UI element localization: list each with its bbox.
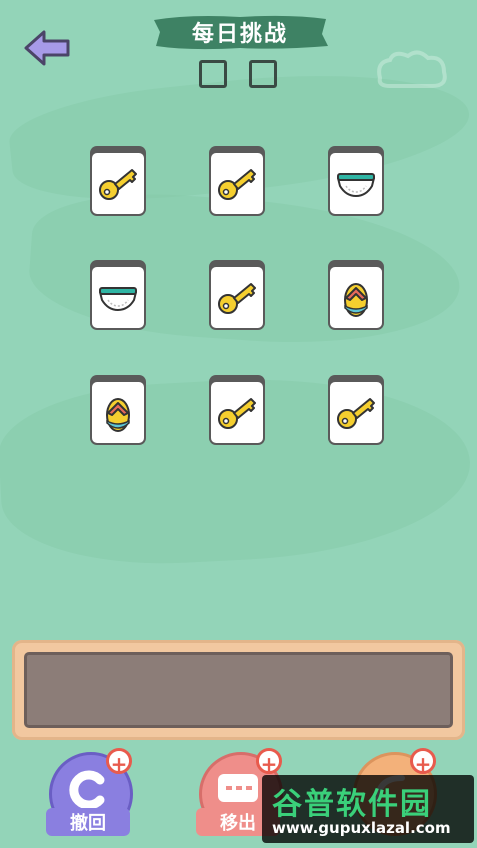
tile-face <box>211 153 263 214</box>
tile-face <box>92 267 144 328</box>
tile-key[interactable] <box>328 375 384 445</box>
sandal-icon <box>344 282 368 317</box>
progress-slot <box>249 60 277 88</box>
tile-diaper[interactable] <box>90 260 146 330</box>
watermark-title: 谷普软件园 <box>272 787 432 822</box>
key-icon <box>218 282 256 314</box>
undo-icon <box>69 770 105 810</box>
key-icon <box>218 168 256 200</box>
remove-tray-icon <box>218 774 258 802</box>
tile-face <box>211 382 263 443</box>
tile-face <box>92 382 144 443</box>
tile-diaper[interactable] <box>328 146 384 216</box>
tile-sandal[interactable] <box>328 260 384 330</box>
tile-face <box>211 267 263 328</box>
tile-face <box>330 382 382 443</box>
progress-slot <box>199 60 227 88</box>
key-icon <box>337 397 375 429</box>
key-icon <box>99 168 137 200</box>
cloud-doodle-icon <box>377 50 447 88</box>
diaper-icon <box>99 286 137 311</box>
undo-button[interactable]: 撤回 + <box>46 748 133 840</box>
tile-key[interactable] <box>209 375 265 445</box>
back-arrow-icon <box>24 30 70 66</box>
diaper-icon <box>337 172 375 197</box>
key-icon <box>218 397 256 429</box>
tile-face <box>92 153 144 214</box>
tray-slots <box>24 652 453 728</box>
page-title: 每日挑战 <box>191 22 288 47</box>
back-button[interactable] <box>22 28 72 68</box>
challenge-progress <box>199 60 277 88</box>
tile-face <box>330 153 382 214</box>
tile-face <box>330 267 382 328</box>
add-remove-icon[interactable]: + <box>256 748 282 776</box>
sandal-icon <box>106 397 130 432</box>
tile-key[interactable] <box>90 146 146 216</box>
watermark: 谷普软件园 www.gupuxlazal.com <box>262 775 474 843</box>
undo-label: 撤回 <box>46 808 130 836</box>
watermark-url: www.gupuxlazal.com <box>272 819 451 837</box>
title-banner: 每日挑战 <box>150 12 330 52</box>
tile-sandal[interactable] <box>90 375 146 445</box>
collection-tray <box>12 640 465 740</box>
add-shuffle-icon[interactable]: + <box>410 748 436 776</box>
add-undo-icon[interactable]: + <box>106 748 132 776</box>
tile-key[interactable] <box>209 260 265 330</box>
tile-key[interactable] <box>209 146 265 216</box>
